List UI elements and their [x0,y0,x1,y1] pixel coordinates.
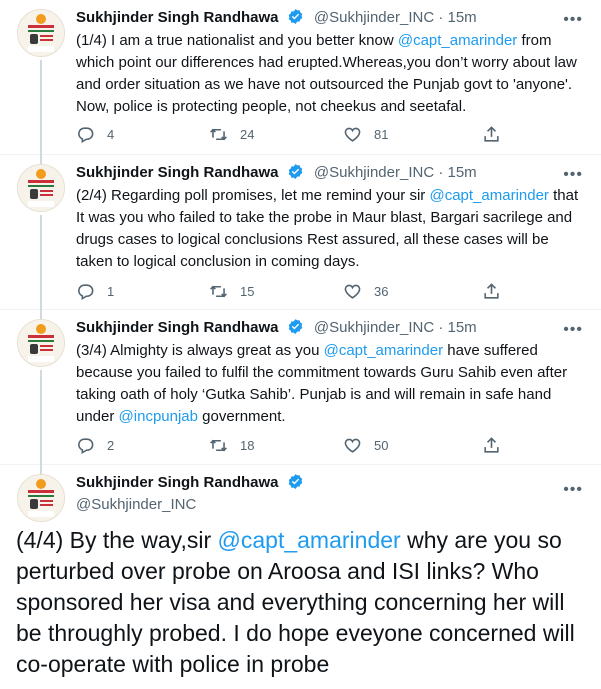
tweet-text: (1/4) I am a true nationalist and you be… [76,32,577,115]
avatar[interactable] [17,474,65,522]
verified-badge-icon [287,163,304,184]
separator: · [438,9,444,26]
tweet-actions: 1 15 36 [76,282,506,304]
timestamp[interactable]: 15m [448,9,477,26]
thread-connector [40,310,42,319]
like-icon [344,284,361,299]
tweet-text: (2/4) Regarding poll promises, let me re… [76,187,579,270]
reply-count: 4 [107,127,115,142]
retweet-button[interactable]: 18 [209,436,254,455]
tweet-header: Sukhjinder Singh Randhawa [76,473,304,494]
like-button[interactable]: 36 [343,282,388,301]
retweet-count: 18 [240,438,255,453]
share-icon [484,437,499,453]
like-icon [344,438,361,453]
separator: · [438,319,444,336]
reply-count: 1 [107,284,115,299]
mention-link[interactable]: @capt_amarinder [218,527,401,553]
author-name[interactable]: Sukhjinder Singh Randhawa [76,474,279,491]
retweet-icon [210,285,227,298]
retweet-count: 24 [240,127,255,142]
thread-connector [40,370,42,465]
author-name[interactable]: Sukhjinder Singh Randhawa [76,319,279,336]
reply-count: 2 [107,438,115,453]
more-options-icon[interactable]: ••• [563,321,583,339]
like-count: 50 [374,438,389,453]
like-count: 36 [374,284,389,299]
tweet-3[interactable]: Sukhjinder Singh Randhawa @Sukhjinder_IN… [0,310,601,465]
tweet-text: (3/4) Almighty is always great as you @c… [76,342,568,425]
author-name[interactable]: Sukhjinder Singh Randhawa [76,164,279,181]
like-button[interactable]: 81 [343,125,388,144]
retweet-button[interactable]: 15 [209,282,254,301]
mention-link[interactable]: @capt_amarinder [324,342,443,359]
timestamp[interactable]: 15m [448,319,477,336]
tweet-text: (4/4) By the way,sir @capt_amarinder why… [16,527,575,677]
like-count: 81 [374,127,389,142]
separator: · [438,164,444,181]
like-icon [344,127,361,142]
mention-link[interactable]: @capt_amarinder [429,187,548,204]
thread-connector [40,215,42,310]
mention-link[interactable]: @capt_amarinder [398,32,517,49]
reply-button[interactable]: 4 [76,125,114,144]
reply-icon [78,438,94,455]
more-options-icon[interactable]: ••• [563,481,583,499]
reply-icon [78,284,94,301]
share-icon [484,126,499,142]
reply-button[interactable]: 1 [76,282,114,301]
author-handle[interactable]: @Sukhjinder_INC [76,496,196,513]
share-icon [484,283,499,299]
reply-button[interactable]: 2 [76,436,114,455]
retweet-count: 15 [240,284,255,299]
thread-connector [40,155,42,164]
thread-connector [40,60,42,155]
tweet-4-focused[interactable]: Sukhjinder Singh Randhawa @Sukhjinder_IN… [0,465,601,689]
share-button[interactable] [482,125,513,144]
author-handle[interactable]: @Sukhjinder_INC [314,164,434,181]
verified-badge-icon [287,318,304,339]
avatar[interactable] [17,319,65,367]
tweet-actions: 4 24 81 [76,125,506,147]
tweet-2[interactable]: Sukhjinder Singh Randhawa @Sukhjinder_IN… [0,155,601,310]
retweet-icon [210,128,227,141]
more-options-icon[interactable]: ••• [563,166,583,184]
tweet-1[interactable]: Sukhjinder Singh Randhawa @Sukhjinder_IN… [0,0,601,155]
verified-badge-icon [287,473,304,494]
avatar[interactable] [17,9,65,57]
reply-icon [78,127,94,144]
thread-connector [40,465,42,474]
more-options-icon[interactable]: ••• [563,11,583,29]
tweet-actions: 2 18 50 [76,436,506,458]
avatar[interactable] [17,164,65,212]
tweet-header: Sukhjinder Singh Randhawa @Sukhjinder_IN… [76,318,477,339]
author-handle[interactable]: @Sukhjinder_INC [314,319,434,336]
author-name[interactable]: Sukhjinder Singh Randhawa [76,9,279,26]
tweet-header: Sukhjinder Singh Randhawa @Sukhjinder_IN… [76,163,477,184]
tweet-header: Sukhjinder Singh Randhawa @Sukhjinder_IN… [76,8,477,29]
author-handle[interactable]: @Sukhjinder_INC [314,9,434,26]
mention-link[interactable]: @incpunjab [119,408,198,425]
share-button[interactable] [482,436,513,455]
timestamp[interactable]: 15m [448,164,477,181]
like-button[interactable]: 50 [343,436,388,455]
retweet-button[interactable]: 24 [209,125,254,144]
share-button[interactable] [482,282,513,301]
retweet-icon [210,439,227,452]
verified-badge-icon [287,8,304,29]
